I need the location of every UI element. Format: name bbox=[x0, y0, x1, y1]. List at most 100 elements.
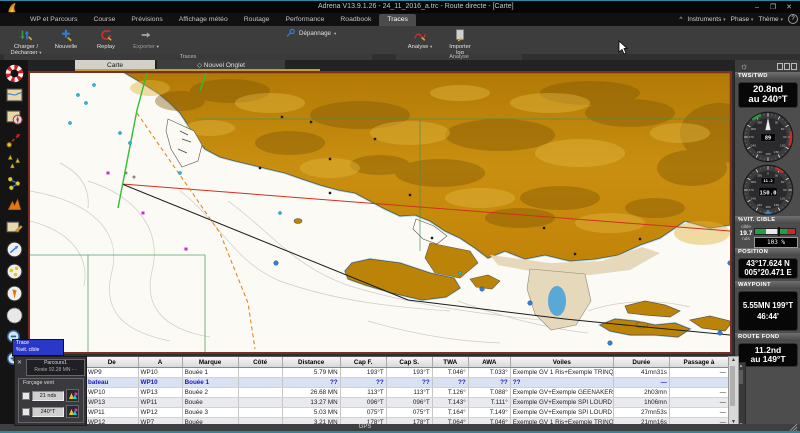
close-button[interactable]: ✕ bbox=[782, 3, 796, 12]
column-header-dur-e[interactable]: Durée bbox=[613, 357, 669, 368]
table-cell[interactable]: WP13 bbox=[86, 398, 138, 408]
table-cell[interactable]: Exemple GV+Exemple GEENAKER bbox=[510, 388, 613, 398]
menu-tab-routage[interactable]: Routage bbox=[236, 14, 278, 26]
ribbon-button-replay[interactable]: Replay bbox=[86, 26, 126, 50]
table-cell[interactable]: Bouée 1 bbox=[182, 368, 238, 378]
help-icon[interactable]: ? bbox=[788, 14, 798, 24]
table-cell[interactable]: 26.68 MN bbox=[282, 388, 340, 398]
column-header-awa[interactable]: AWA bbox=[468, 357, 510, 368]
table-cell[interactable]: ?? bbox=[282, 378, 340, 388]
column-header-c-t[interactable]: Côté bbox=[238, 357, 282, 368]
wind-speed-color-button[interactable] bbox=[66, 389, 79, 402]
table-row[interactable]: WP9WP10Bouée 15.79 MN193°T193°TT.046°T.0… bbox=[86, 368, 729, 378]
table-cell[interactable]: 27mn53s bbox=[613, 408, 669, 418]
table-cell[interactable]: — bbox=[669, 408, 728, 418]
table-cell[interactable]: — bbox=[669, 368, 728, 378]
table-cell[interactable]: 193°T bbox=[340, 368, 386, 378]
table-cell[interactable] bbox=[238, 368, 282, 378]
wind-speed-checkbox[interactable] bbox=[22, 392, 30, 400]
table-cell[interactable]: 075°T bbox=[340, 408, 386, 418]
table-cell[interactable]: Bouée 3 bbox=[182, 408, 238, 418]
menu-phase[interactable]: Phase ▾ bbox=[731, 16, 754, 23]
panel-layout-icon[interactable] bbox=[777, 63, 797, 70]
table-cell[interactable]: 113°T bbox=[340, 388, 386, 398]
chart-edit-icon[interactable] bbox=[4, 217, 25, 237]
wind-speed-field[interactable]: 21 nds bbox=[32, 391, 64, 401]
table-cell[interactable]: WP13 bbox=[138, 388, 182, 398]
table-cell[interactable]: WP10 bbox=[86, 388, 138, 398]
table-cell[interactable]: WP9 bbox=[86, 368, 138, 378]
table-cell[interactable]: ?? bbox=[468, 378, 510, 388]
column-header-passage[interactable]: Passage à bbox=[669, 357, 728, 368]
wind-dir-color-button[interactable] bbox=[66, 405, 79, 418]
chart-viewport[interactable] bbox=[28, 71, 732, 354]
waypoints-move-icon[interactable] bbox=[4, 173, 25, 193]
menu-tab-pr-visions[interactable]: Prévisions bbox=[123, 14, 170, 26]
column-header-marque[interactable]: Marque bbox=[182, 357, 238, 368]
table-cell[interactable] bbox=[238, 378, 282, 388]
table-cell[interactable] bbox=[238, 398, 282, 408]
column-header-de[interactable]: De bbox=[86, 357, 138, 368]
ribbon-button-importerlog[interactable]: Importerlog bbox=[440, 26, 480, 57]
collapse-ribbon-icon[interactable]: ^ bbox=[679, 16, 682, 23]
table-row[interactable]: WP10WP13Bouée 226.68 MN113°T113°TT.126°T… bbox=[86, 388, 729, 398]
parcours-close-button[interactable]: ✕ bbox=[17, 359, 22, 366]
table-cell[interactable]: Bouée 1 bbox=[182, 378, 238, 388]
table-cell[interactable]: 193°T bbox=[386, 368, 432, 378]
ribbon-button-exporter[interactable]: Exporter ▾ bbox=[126, 26, 166, 50]
menu-tab-course[interactable]: Course bbox=[85, 14, 123, 26]
column-header-cap-s[interactable]: Cap S. bbox=[386, 357, 432, 368]
table-cell[interactable] bbox=[669, 378, 728, 388]
table-cell[interactable]: — bbox=[613, 378, 669, 388]
column-header-twa[interactable]: TWA bbox=[432, 357, 468, 368]
table-cell[interactable]: — bbox=[669, 398, 728, 408]
menu-tab-wp-et-parcours[interactable]: WP et Parcours bbox=[22, 14, 85, 26]
table-cell[interactable]: WP10 bbox=[138, 368, 182, 378]
table-cell[interactable]: Exemple GV+Exemple SPI LOURD bbox=[510, 398, 613, 408]
waypoints-yellow-icon[interactable] bbox=[4, 151, 25, 171]
title-bar[interactable]: Adrena V13.9.1.26 - 24_11_2016_a.trc - R… bbox=[0, 1, 800, 13]
zoom-waypoints-icon[interactable] bbox=[4, 261, 25, 281]
mob-lifebuoy-icon[interactable] bbox=[4, 63, 25, 83]
column-header-distance[interactable]: Distance bbox=[282, 357, 340, 368]
table-cell[interactable]: T.143° bbox=[432, 398, 468, 408]
waypoints-color-icon[interactable] bbox=[4, 195, 25, 215]
table-cell[interactable]: T.088° bbox=[468, 388, 510, 398]
menu-th-me[interactable]: Thème ▾ bbox=[758, 16, 783, 23]
table-cell[interactable] bbox=[238, 388, 282, 398]
table-cell[interactable]: ?? bbox=[510, 378, 613, 388]
column-header-a[interactable]: A bbox=[138, 357, 182, 368]
table-row[interactable]: bateauWP10Bouée 1????????????— bbox=[86, 378, 729, 388]
table-cell[interactable]: 5.03 MN bbox=[282, 408, 340, 418]
ribbon-button-charger-d-charger[interactable]: Charger /Décharger ▾ bbox=[6, 26, 46, 57]
table-cell[interactable]: 096°T bbox=[340, 398, 386, 408]
menu-tab-roadbook[interactable]: Roadbook bbox=[332, 14, 379, 26]
table-cell[interactable]: Exemple GV+Exemple SPI LOURD bbox=[510, 408, 613, 418]
table-cell[interactable]: WP10 bbox=[138, 378, 182, 388]
table-cell[interactable]: 113°T bbox=[386, 388, 432, 398]
table-cell[interactable]: WP11 bbox=[138, 398, 182, 408]
ribbon-button-analyse[interactable]: Analyse ▾ bbox=[400, 26, 440, 50]
table-cell[interactable]: Bouée bbox=[182, 398, 238, 408]
chart-icon[interactable] bbox=[4, 85, 25, 105]
table-row[interactable]: WP11WP12Bouée 35.03 MN075°T075°TT.164°T.… bbox=[86, 408, 729, 418]
table-cell[interactable]: 41mn31s bbox=[613, 368, 669, 378]
menu-tab-traces[interactable]: Traces bbox=[379, 14, 416, 26]
menu-instruments[interactable]: Instruments ▾ bbox=[687, 16, 725, 23]
column-header-cap-f[interactable]: Cap F. bbox=[340, 357, 386, 368]
menu-tab-performance[interactable]: Performance bbox=[277, 14, 332, 26]
table-scrollbar[interactable]: ▲▼ bbox=[728, 356, 739, 426]
table-cell[interactable] bbox=[238, 408, 282, 418]
wind-dir-checkbox[interactable] bbox=[22, 408, 30, 416]
table-row[interactable]: WP13WP11Bouée13.27 MN096°T096°TT.143°T.1… bbox=[86, 398, 729, 408]
table-cell[interactable]: T.126° bbox=[432, 388, 468, 398]
table-cell[interactable]: 13.27 MN bbox=[282, 398, 340, 408]
settings-gear-icon[interactable]: ☼ bbox=[740, 61, 748, 71]
ribbon-button-nouvelle[interactable]: Nouvelle bbox=[46, 26, 86, 50]
table-cell[interactable]: ?? bbox=[386, 378, 432, 388]
table-cell[interactable]: T.164° bbox=[432, 408, 468, 418]
table-cell[interactable]: Exemple GV 1 Ris+Exemple TRINQUETTE bbox=[510, 368, 613, 378]
column-header-voiles[interactable]: Voiles bbox=[510, 357, 613, 368]
menu-tab-affichage-m-t-o[interactable]: Affichage météo bbox=[171, 14, 236, 26]
table-cell[interactable]: — bbox=[669, 388, 728, 398]
